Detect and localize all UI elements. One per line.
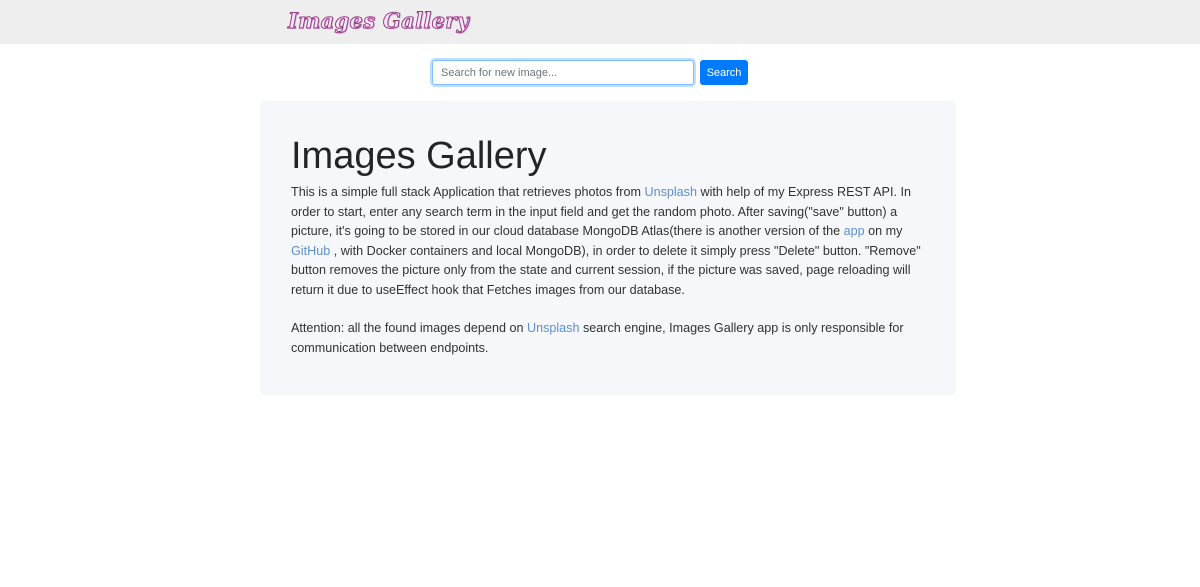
navbar: Images Gallery xyxy=(0,0,1200,44)
app-link[interactable]: app xyxy=(844,224,865,238)
brand-logo[interactable]: Images Gallery xyxy=(287,8,469,34)
page-title: Images Gallery xyxy=(291,135,547,177)
unsplash-link-2[interactable]: Unsplash xyxy=(527,321,580,335)
description-text: on my xyxy=(864,224,903,238)
attention-text: Attention: all the found images depend o… xyxy=(291,321,527,335)
attention-paragraph: Attention: all the found images depend o… xyxy=(291,319,921,358)
search-form: Search xyxy=(432,60,748,85)
search-input[interactable] xyxy=(432,60,694,85)
description-text: , with Docker containers and local Mongo… xyxy=(291,243,921,297)
description-paragraph: This is a simple full stack Application … xyxy=(291,183,921,300)
search-button[interactable]: Search xyxy=(700,60,748,85)
github-link[interactable]: GitHub xyxy=(291,244,330,258)
unsplash-link[interactable]: Unsplash xyxy=(644,185,697,199)
welcome-jumbotron: Images Gallery This is a simple full sta… xyxy=(260,101,956,395)
description-text: This is a simple full stack Application … xyxy=(291,185,645,199)
